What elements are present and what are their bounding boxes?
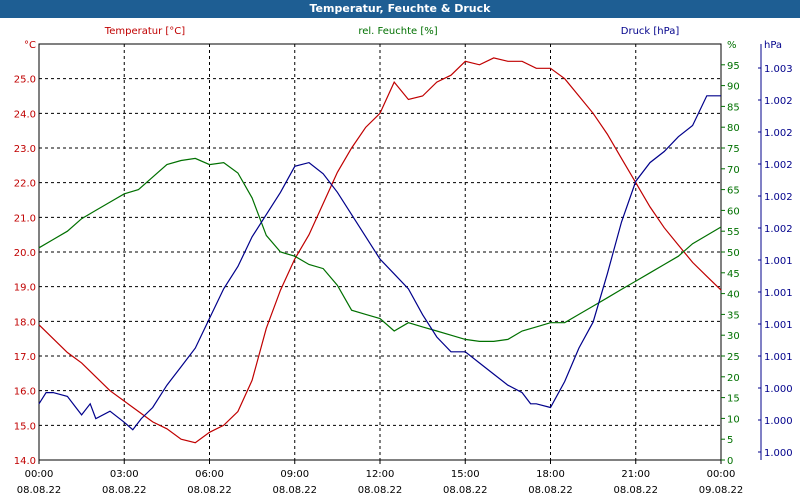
temperature-tick-label: 21.0 [14,213,36,224]
temperature-unit-label: °C [24,40,36,51]
x-tick-label-time: 00:00 [25,469,54,480]
x-tick-label-time: 18:00 [536,469,565,480]
temperature-tick-label: 22.0 [14,179,36,190]
x-tick-label-date: 08.08.22 [102,485,147,496]
humidity-tick-label: 70 [727,165,740,176]
pressure-tick-label: 1.002 [764,224,793,235]
x-tick-label-time: 09:00 [280,469,309,480]
pressure-tick-label: 1.000 [764,416,793,427]
temperature-tick-label: 23.0 [14,144,36,155]
temperature-tick-label: 25.0 [14,75,36,86]
x-tick-label-date: 08.08.22 [272,485,317,496]
humidity-tick-label: 20 [727,373,740,384]
humidity-tick-label: 75 [727,144,740,155]
chart-canvas: 00:00 08.08.22 03:00 08.08.22 06:00 08.08.22 0… [14,26,793,496]
pressure-tick-label: 1.002 [764,160,793,171]
humidity-tick-label: 45 [727,269,740,280]
humidity-tick-label: 80 [727,123,740,134]
temperature-tick-label: 18.0 [14,317,36,328]
x-tick-label-date: 08.08.22 [443,485,488,496]
x-tick-label-time: 12:00 [366,469,395,480]
humidity-tick-label: 25 [727,352,740,363]
x-tick-label-date: 08.08.22 [17,485,62,496]
humidity-unit-label: % [727,40,737,51]
humidity-tick-label: 40 [727,290,740,301]
pressure-tick-label: 1.001 [764,288,793,299]
temperature-tick-label: 15.0 [14,421,36,432]
humidity-tick-label: 35 [727,310,740,321]
temperature-tick-label: 17.0 [14,352,36,363]
pressure-tick-label: 1.002 [764,96,793,107]
humidity-tick-label: 15 [727,394,740,405]
humidity-tick-label: 85 [727,102,740,113]
humidity-tick-label: 60 [727,206,740,217]
pressure-tick-label: 1.000 [764,448,793,459]
pressure-unit-label: hPa [764,40,782,51]
x-tick-label-date: 08.08.22 [528,485,573,496]
humidity-tick-label: 30 [727,331,740,342]
humidity-tick-label: 95 [727,61,740,72]
temperature-tick-label: 19.0 [14,283,36,294]
pressure-tick-label: 1.000 [764,384,793,395]
pressure-tick-label: 1.001 [764,320,793,331]
pressure-tick-label: 1.002 [764,192,793,203]
humidity-tick-label: 0 [727,456,733,467]
humidity-tick-label: 55 [727,227,740,238]
pressure-tick-label: 1.003 [764,64,793,75]
pressure-tick-label: 1.001 [764,256,793,267]
humidity-axis-title: rel. Feuchte [%] [358,26,437,37]
x-tick-label-date: 08.08.22 [613,485,658,496]
humidity-tick-label: 10 [727,414,740,425]
humidity-tick-label: 65 [727,186,740,197]
humidity-tick-label: 5 [727,435,733,446]
temperature-tick-label: 14.0 [14,456,36,467]
pressure-tick-label: 1.002 [764,128,793,139]
x-tick-label-time: 06:00 [195,469,224,480]
temperature-tick-label: 16.0 [14,387,36,398]
x-tick-label-date: 08.08.22 [187,485,232,496]
pressure-axis-title: Druck [hPa] [621,26,680,37]
x-tick-label-date: 09.08.22 [699,485,744,496]
temperature-tick-label: 24.0 [14,109,36,120]
humidity-tick-label: 90 [727,82,740,93]
humidity-tick-label: 50 [727,248,740,259]
temperature-axis-title: Temperatur [°C] [104,26,185,37]
temperature-tick-label: 20.0 [14,248,36,259]
x-tick-label-date: 08.08.22 [358,485,403,496]
pressure-tick-label: 1.001 [764,352,793,363]
x-tick-label-time: 00:00 [707,469,736,480]
x-tick-label-time: 21:00 [621,469,650,480]
x-tick-label-time: 03:00 [110,469,139,480]
chart-window: Temperatur, Feuchte & Druck 00:00 08.08.2… [0,0,800,500]
x-tick-label-time: 15:00 [451,469,480,480]
